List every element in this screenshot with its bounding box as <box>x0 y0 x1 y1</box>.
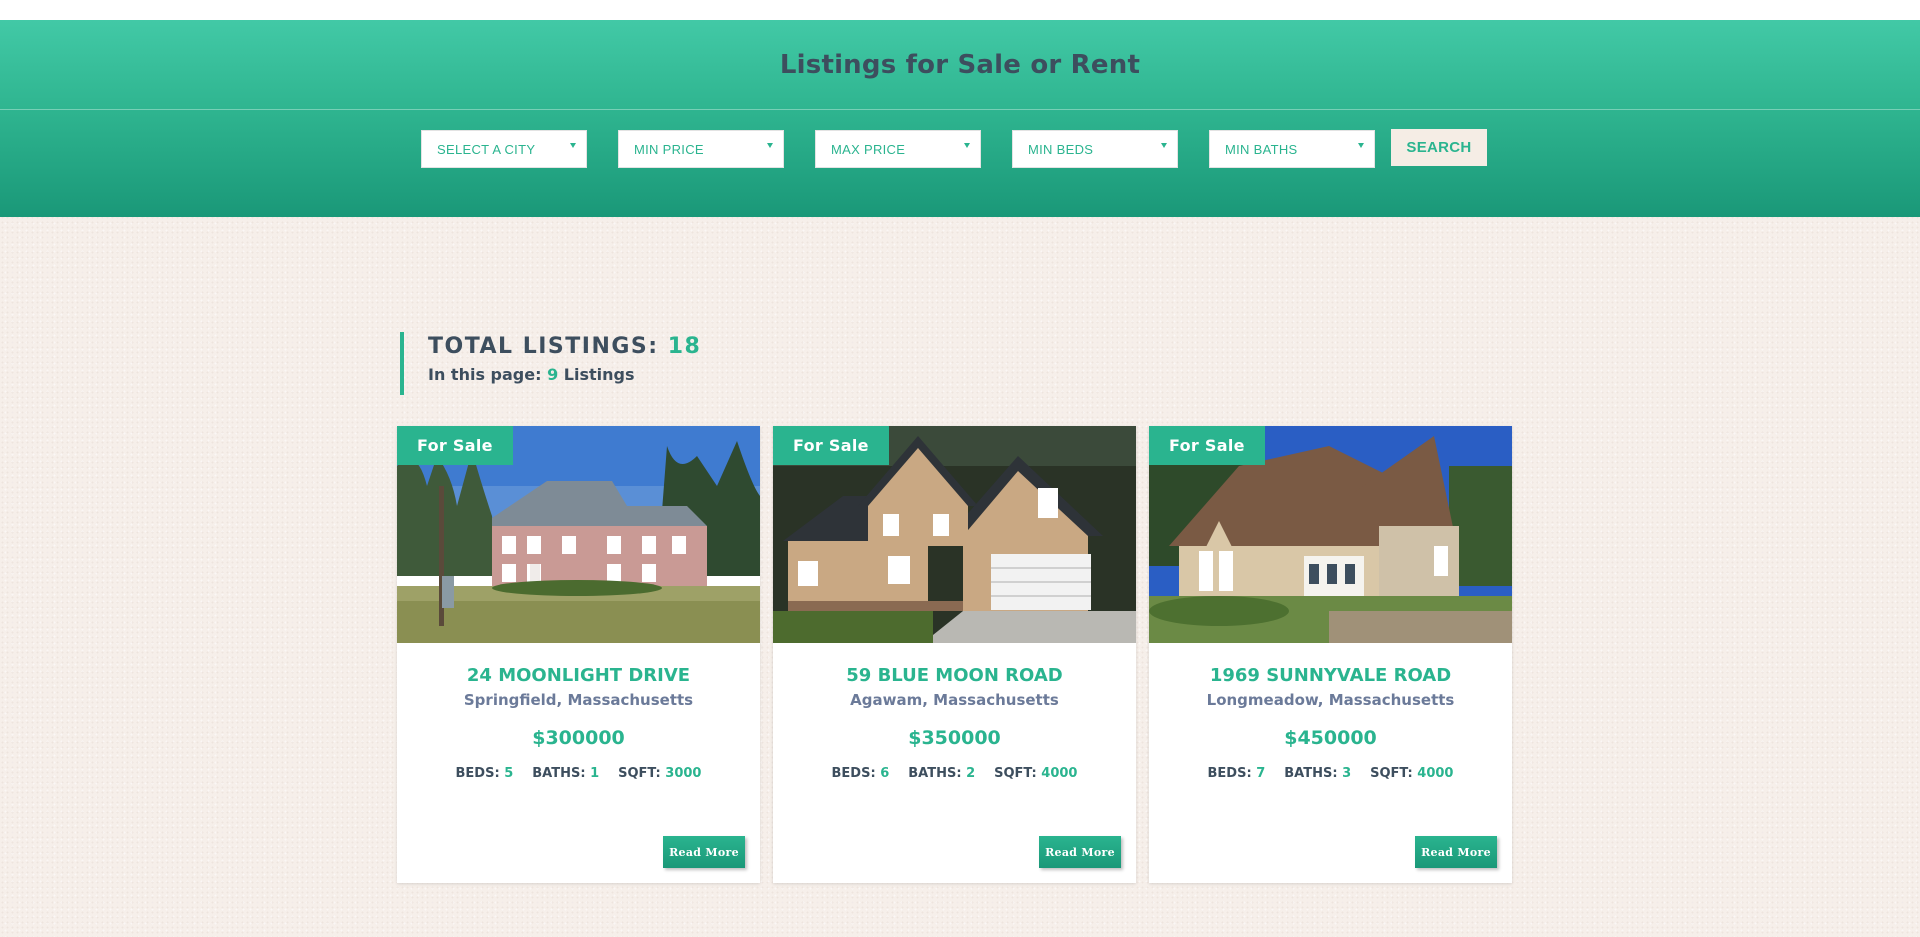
city-select[interactable]: SELECT A CITY <box>421 130 587 168</box>
baths-label: BATHS: <box>1284 766 1338 781</box>
max-price-select[interactable]: MAX PRICE <box>815 130 981 168</box>
beds-label: BEDS: <box>455 766 500 781</box>
sqft-value: 3000 <box>665 766 702 781</box>
listing-cards: For Sale 24 MOONLIGHT DRIVE Springfield,… <box>397 426 1512 883</box>
listing-photo[interactable]: For Sale <box>397 426 760 643</box>
page-listings-count: 9 <box>547 365 559 384</box>
sqft-label: SQFT: <box>994 766 1037 781</box>
listing-address[interactable]: 24 MOONLIGHT DRIVE <box>397 665 760 686</box>
baths-spec: BATHS: 3 <box>1284 766 1351 781</box>
sqft-spec: SQFT: 4000 <box>994 766 1077 781</box>
total-listings-count: 18 <box>667 334 702 359</box>
beds-value: 7 <box>1256 766 1266 781</box>
baths-value: 3 <box>1342 766 1352 781</box>
listing-photo[interactable]: For Sale <box>773 426 1136 643</box>
min-beds-select-label: MIN BEDS <box>1028 141 1094 157</box>
baths-label: BATHS: <box>908 766 962 781</box>
status-badge: For Sale <box>397 426 513 465</box>
chevron-down-icon <box>1358 143 1364 148</box>
beds-label: BEDS: <box>831 766 876 781</box>
page-listings-suffix: Listings <box>563 365 635 384</box>
sqft-spec: SQFT: 3000 <box>618 766 701 781</box>
baths-spec: BATHS: 2 <box>908 766 975 781</box>
listing-details: 1969 SUNNYVALE ROAD Longmeadow, Massachu… <box>1149 643 1512 781</box>
min-baths-select-label: MIN BATHS <box>1225 141 1298 157</box>
chevron-down-icon <box>570 143 576 148</box>
min-price-select[interactable]: MIN PRICE <box>618 130 784 168</box>
listing-card[interactable]: For Sale 24 MOONLIGHT DRIVE Springfield,… <box>397 426 760 883</box>
beds-spec: BEDS: 6 <box>832 766 890 781</box>
beds-value: 6 <box>880 766 890 781</box>
listing-specs: BEDS: 7 BATHS: 3 SQFT: 4000 <box>1149 766 1512 781</box>
listing-address[interactable]: 59 BLUE MOON ROAD <box>773 665 1136 686</box>
listing-specs: BEDS: 6 BATHS: 2 SQFT: 4000 <box>773 766 1136 781</box>
page-listings-prefix: In this page: <box>428 365 542 384</box>
total-listings: TOTAL LISTINGS: 18 <box>428 334 701 359</box>
baths-value: 1 <box>590 766 600 781</box>
listing-card[interactable]: For Sale 59 BLUE MOON ROAD Agawam, Massa… <box>773 426 1136 883</box>
read-more-button[interactable]: Read More <box>1039 836 1121 868</box>
baths-label: BATHS: <box>532 766 586 781</box>
max-price-select-label: MAX PRICE <box>831 141 906 157</box>
min-price-select-label: MIN PRICE <box>634 141 704 157</box>
read-more-button[interactable]: Read More <box>663 836 745 868</box>
hero-title-row: Listings for Sale or Rent <box>0 20 1920 110</box>
beds-spec: BEDS: 7 <box>1208 766 1266 781</box>
listing-address[interactable]: 1969 SUNNYVALE ROAD <box>1149 665 1512 686</box>
listing-details: 59 BLUE MOON ROAD Agawam, Massachusetts … <box>773 643 1136 781</box>
sqft-label: SQFT: <box>1370 766 1413 781</box>
listings-summary: TOTAL LISTINGS: 18 In this page: 9 Listi… <box>400 332 701 395</box>
city-select-label: SELECT A CITY <box>437 141 536 157</box>
beds-value: 5 <box>504 766 514 781</box>
sqft-value: 4000 <box>1417 766 1454 781</box>
chevron-down-icon <box>1161 143 1167 148</box>
page-listings: In this page: 9 Listings <box>428 365 701 384</box>
search-filters: SELECT A CITY MIN PRICE MAX PRICE MIN BE… <box>421 129 1487 168</box>
baths-spec: BATHS: 1 <box>532 766 599 781</box>
search-button[interactable]: SEARCH <box>1391 129 1487 166</box>
listing-price: $350000 <box>908 727 1001 749</box>
listing-city: Springfield, Massachusetts <box>463 691 694 709</box>
listing-photo[interactable]: For Sale <box>1149 426 1512 643</box>
total-listings-label: TOTAL LISTINGS: <box>428 334 659 359</box>
page-title: Listings for Sale or Rent <box>779 49 1141 80</box>
hero-banner: Listings for Sale or Rent SELECT A CITY … <box>0 20 1920 217</box>
min-beds-select[interactable]: MIN BEDS <box>1012 130 1178 168</box>
status-badge: For Sale <box>1149 426 1265 465</box>
beds-label: BEDS: <box>1207 766 1252 781</box>
listing-price: $300000 <box>532 727 625 749</box>
beds-spec: BEDS: 5 <box>456 766 514 781</box>
listing-details: 24 MOONLIGHT DRIVE Springfield, Massachu… <box>397 643 760 781</box>
chevron-down-icon <box>964 143 970 148</box>
baths-value: 2 <box>966 766 976 781</box>
listing-city: Agawam, Massachusetts <box>850 691 1059 709</box>
min-baths-select[interactable]: MIN BATHS <box>1209 130 1375 168</box>
chevron-down-icon <box>767 143 773 148</box>
read-more-button[interactable]: Read More <box>1415 836 1497 868</box>
status-badge: For Sale <box>773 426 889 465</box>
listing-city: Longmeadow, Massachusetts <box>1206 691 1455 709</box>
listing-card[interactable]: For Sale 1969 SUNNYVALE ROAD Longmeadow,… <box>1149 426 1512 883</box>
sqft-spec: SQFT: 4000 <box>1370 766 1453 781</box>
sqft-label: SQFT: <box>618 766 661 781</box>
listing-specs: BEDS: 5 BATHS: 1 SQFT: 3000 <box>397 766 760 781</box>
listing-price: $450000 <box>1284 727 1377 749</box>
top-strip <box>0 0 1920 20</box>
sqft-value: 4000 <box>1041 766 1078 781</box>
